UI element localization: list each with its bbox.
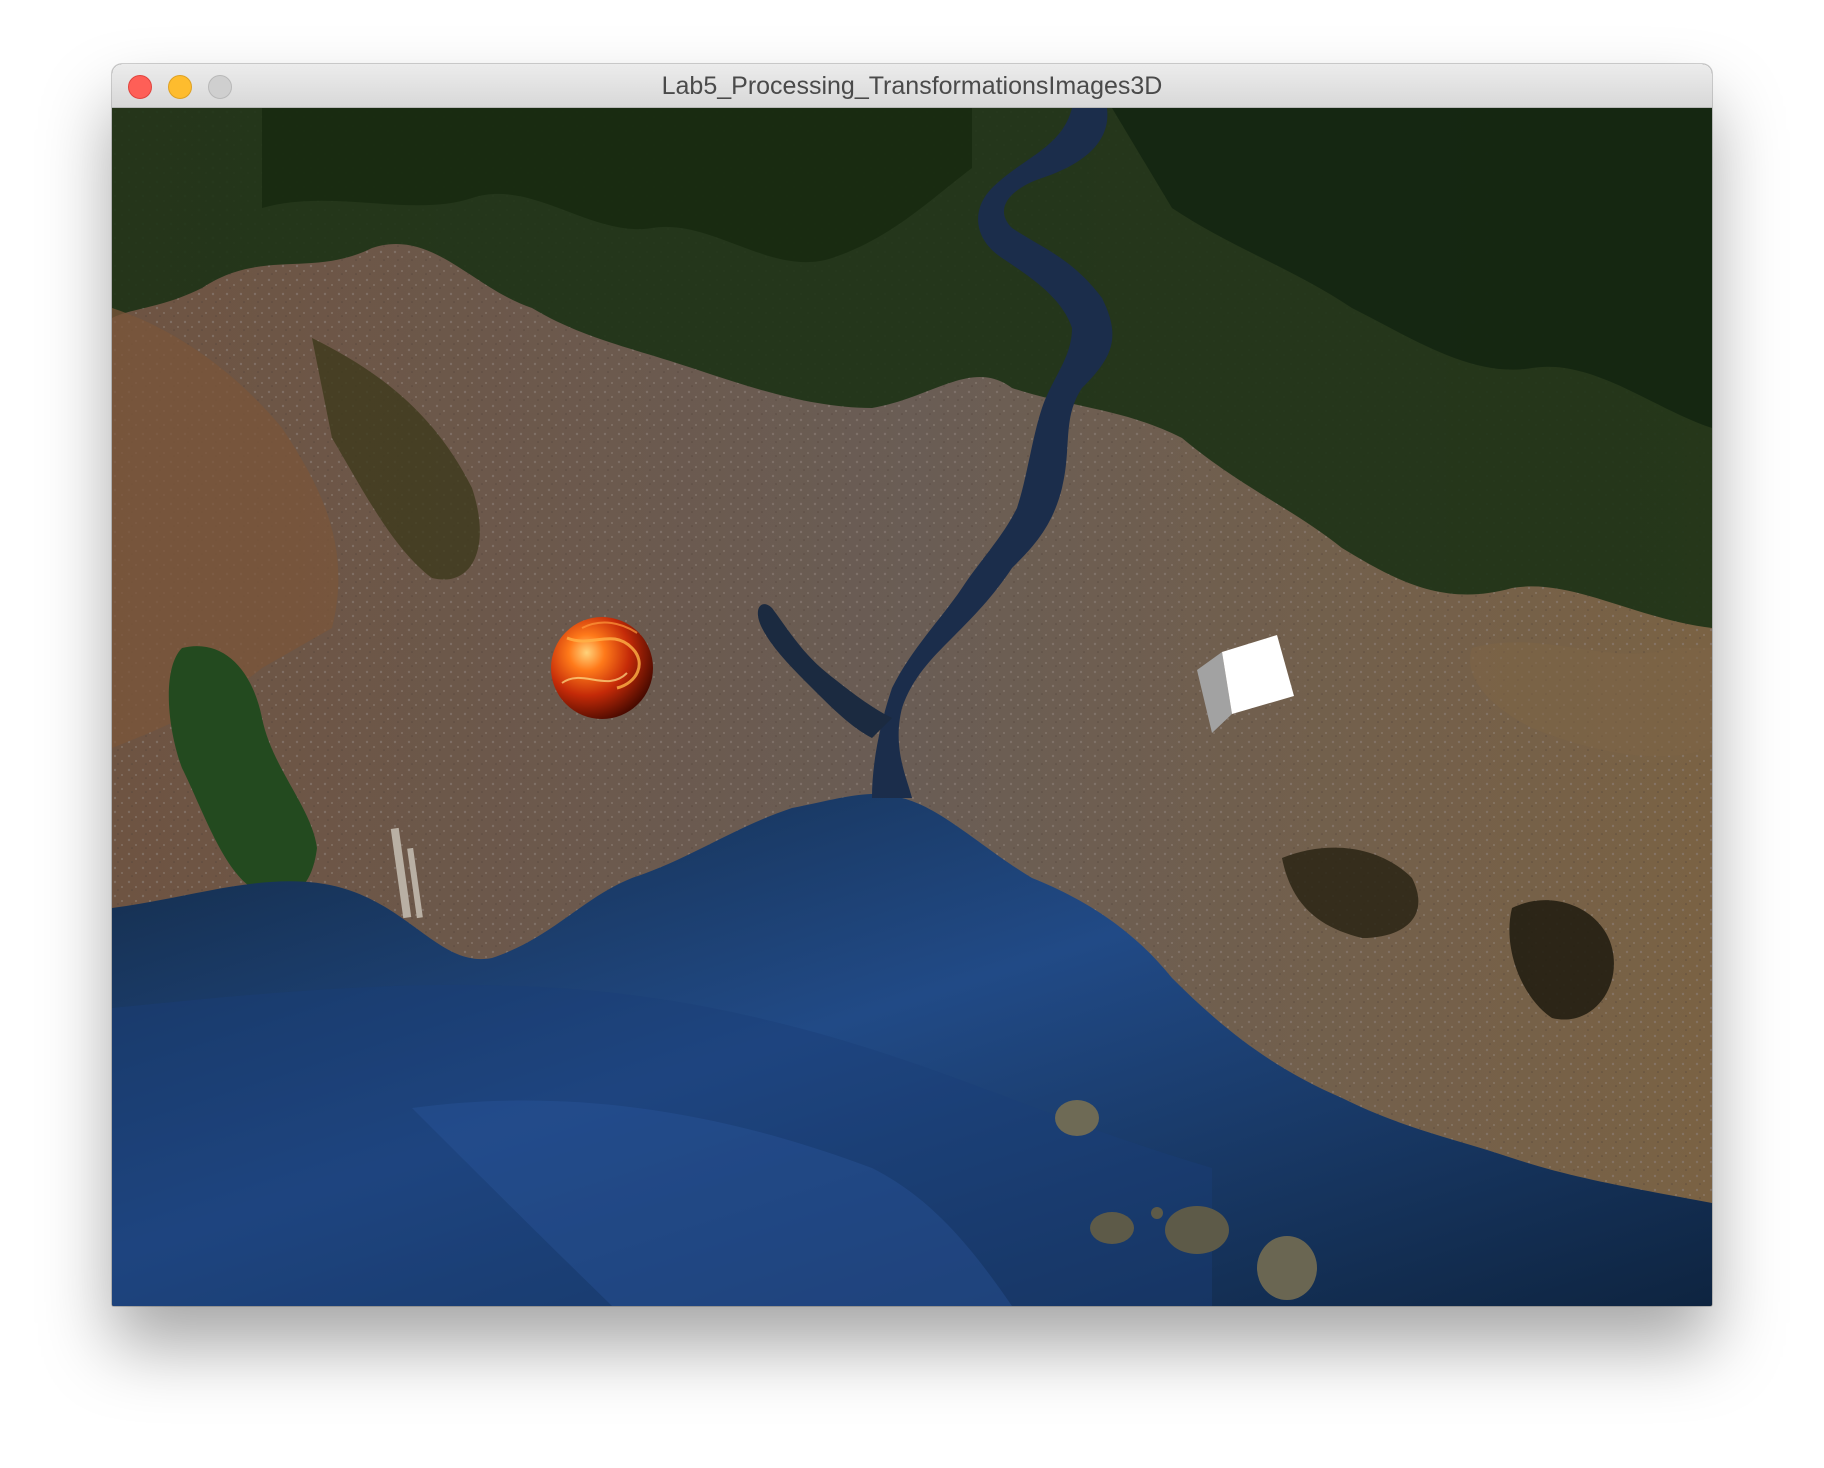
desktop: Lab5_Processing_TransformationsImages3D <box>0 0 1824 1468</box>
island <box>1090 1212 1134 1244</box>
island <box>1257 1236 1317 1300</box>
satellite-map <box>112 108 1712 1306</box>
window-title: Lab5_Processing_TransformationsImages3D <box>661 72 1163 100</box>
app-window: Lab5_Processing_TransformationsImages3D <box>112 64 1712 1306</box>
title-bar[interactable]: Lab5_Processing_TransformationsImages3D <box>112 64 1712 108</box>
island <box>1165 1206 1229 1254</box>
island <box>1055 1100 1099 1136</box>
textured-sphere[interactable] <box>551 617 653 719</box>
sketch-canvas[interactable] <box>112 108 1712 1306</box>
